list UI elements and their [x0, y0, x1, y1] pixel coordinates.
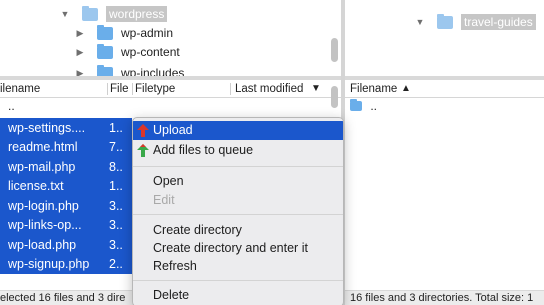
- list-header: ilename File Filetype Last modified ▼: [0, 80, 341, 98]
- tree-item-wp-admin[interactable]: ▶ wp-admin: [75, 23, 173, 43]
- file-size: 2..: [109, 257, 123, 272]
- menu-item-upload[interactable]: Upload: [133, 121, 343, 140]
- menu-item-refresh[interactable]: Refresh: [133, 257, 343, 276]
- folder-icon: [97, 43, 113, 59]
- folder-icon: [97, 64, 113, 76]
- collapsed-triangle-icon[interactable]: ▶: [75, 47, 85, 58]
- list-scrollbar[interactable]: [331, 86, 338, 108]
- column-divider[interactable]: [132, 83, 133, 95]
- table-row[interactable]: wp-signup.php 2..: [0, 254, 132, 274]
- tree-item-label: wordpress: [106, 6, 168, 22]
- menu-item-label: Edit: [153, 193, 175, 207]
- collapsed-triangle-icon[interactable]: ▶: [75, 28, 85, 39]
- parent-directory-label: ..: [370, 99, 378, 113]
- file-size: 8..: [109, 159, 123, 174]
- folder-icon: [97, 24, 113, 40]
- menu-separator: [133, 214, 343, 215]
- column-divider[interactable]: [230, 83, 231, 95]
- file-name: readme.html: [8, 140, 78, 155]
- tree-item-travel-guides[interactable]: ▼ travel-guides: [415, 12, 536, 32]
- upload-arrow-icon: [137, 124, 149, 137]
- file-name: wp-signup.php: [8, 257, 90, 272]
- column-filesize[interactable]: File: [110, 80, 129, 98]
- table-row[interactable]: license.txt 1..: [0, 176, 132, 196]
- table-row[interactable]: wp-settings.... 1..: [0, 118, 132, 138]
- parent-directory-label: ..: [8, 99, 15, 113]
- add-to-queue-arrow-icon: [137, 144, 149, 157]
- tree-item-wordpress[interactable]: ▼ wordpress: [60, 4, 168, 24]
- file-size: 7..: [109, 140, 123, 155]
- tree-item-label: wp-includes: [121, 66, 185, 76]
- tree-item-label: wp-admin: [121, 26, 174, 40]
- menu-item-label: Add files to queue: [153, 143, 254, 157]
- file-size: 3..: [109, 198, 123, 213]
- tree-scrollbar[interactable]: [331, 38, 338, 62]
- collapsed-triangle-icon[interactable]: ▶: [75, 68, 85, 77]
- context-menu[interactable]: Upload Add files to queue Open Edit Crea…: [132, 117, 344, 305]
- tree-item-label: wp-content: [121, 45, 180, 59]
- list-header: Filename ▲: [345, 80, 544, 98]
- table-row[interactable]: wp-load.php 3..: [0, 235, 132, 255]
- table-row[interactable]: wp-login.php 3..: [0, 196, 132, 216]
- column-filename[interactable]: Filename: [350, 80, 397, 98]
- table-row[interactable]: readme.html 7..: [0, 137, 132, 157]
- menu-item-label: Create directory and enter it: [153, 241, 308, 255]
- local-status-text: elected 16 files and 3 dire: [0, 292, 126, 304]
- remote-file-list[interactable]: Filename ▲ ..: [345, 80, 544, 290]
- chevron-up-icon[interactable]: ▲: [401, 80, 411, 98]
- folder-icon: [350, 99, 362, 111]
- local-directory-tree[interactable]: ▼ wordpress ▶ wp-admin ▶ wp-content ▶ wp…: [0, 0, 341, 76]
- file-size: 1..: [109, 179, 123, 194]
- tree-item-label: travel-guides: [461, 14, 536, 30]
- menu-item-edit: Edit: [133, 191, 343, 210]
- chevron-down-icon[interactable]: ▼: [311, 80, 321, 98]
- column-filetype[interactable]: Filetype: [135, 80, 175, 98]
- menu-item-label: Refresh: [153, 259, 197, 273]
- menu-item-create-directory[interactable]: Create directory: [133, 221, 343, 240]
- menu-item-label: Create directory: [153, 223, 242, 237]
- expanded-triangle-icon[interactable]: ▼: [60, 9, 70, 19]
- menu-item-delete[interactable]: Delete: [133, 286, 343, 305]
- file-name: wp-mail.php: [8, 159, 76, 174]
- column-filename[interactable]: ilename: [0, 80, 40, 98]
- file-size: 1..: [109, 120, 123, 135]
- remote-status-bar: 16 files and 3 directories. Total size: …: [345, 290, 544, 305]
- menu-item-label: Delete: [153, 288, 190, 302]
- tree-item-wp-includes[interactable]: ▶ wp-includes: [75, 63, 184, 76]
- file-name: wp-login.php: [8, 198, 79, 213]
- menu-separator: [133, 280, 343, 281]
- file-size: 3..: [109, 218, 123, 233]
- menu-item-open[interactable]: Open: [133, 172, 343, 191]
- folder-icon: [82, 5, 98, 21]
- folder-icon: [437, 13, 453, 29]
- column-divider[interactable]: [107, 83, 108, 95]
- menu-item-add-to-queue[interactable]: Add files to queue: [133, 141, 343, 160]
- parent-directory-row[interactable]: ..: [350, 99, 377, 113]
- menu-item-label: Upload: [153, 123, 193, 137]
- table-row[interactable]: wp-mail.php 8..: [0, 157, 132, 177]
- parent-directory-row[interactable]: ..: [8, 99, 15, 113]
- remote-directory-tree[interactable]: ▼ travel-guides: [345, 0, 544, 76]
- menu-separator: [133, 166, 343, 167]
- file-name: wp-load.php: [8, 237, 77, 252]
- file-name: wp-links-op...: [8, 218, 82, 233]
- column-last-modified[interactable]: Last modified: [235, 80, 303, 98]
- menu-item-label: Open: [153, 174, 184, 188]
- expanded-triangle-icon[interactable]: ▼: [415, 17, 425, 27]
- file-size: 3..: [109, 237, 123, 252]
- tree-item-wp-content[interactable]: ▶ wp-content: [75, 42, 180, 62]
- file-name: wp-settings....: [8, 120, 86, 135]
- remote-status-text: 16 files and 3 directories. Total size: …: [350, 292, 534, 304]
- file-name: license.txt: [8, 179, 64, 194]
- table-row[interactable]: wp-links-op... 3..: [0, 215, 132, 235]
- menu-item-create-directory-enter[interactable]: Create directory and enter it: [133, 239, 343, 258]
